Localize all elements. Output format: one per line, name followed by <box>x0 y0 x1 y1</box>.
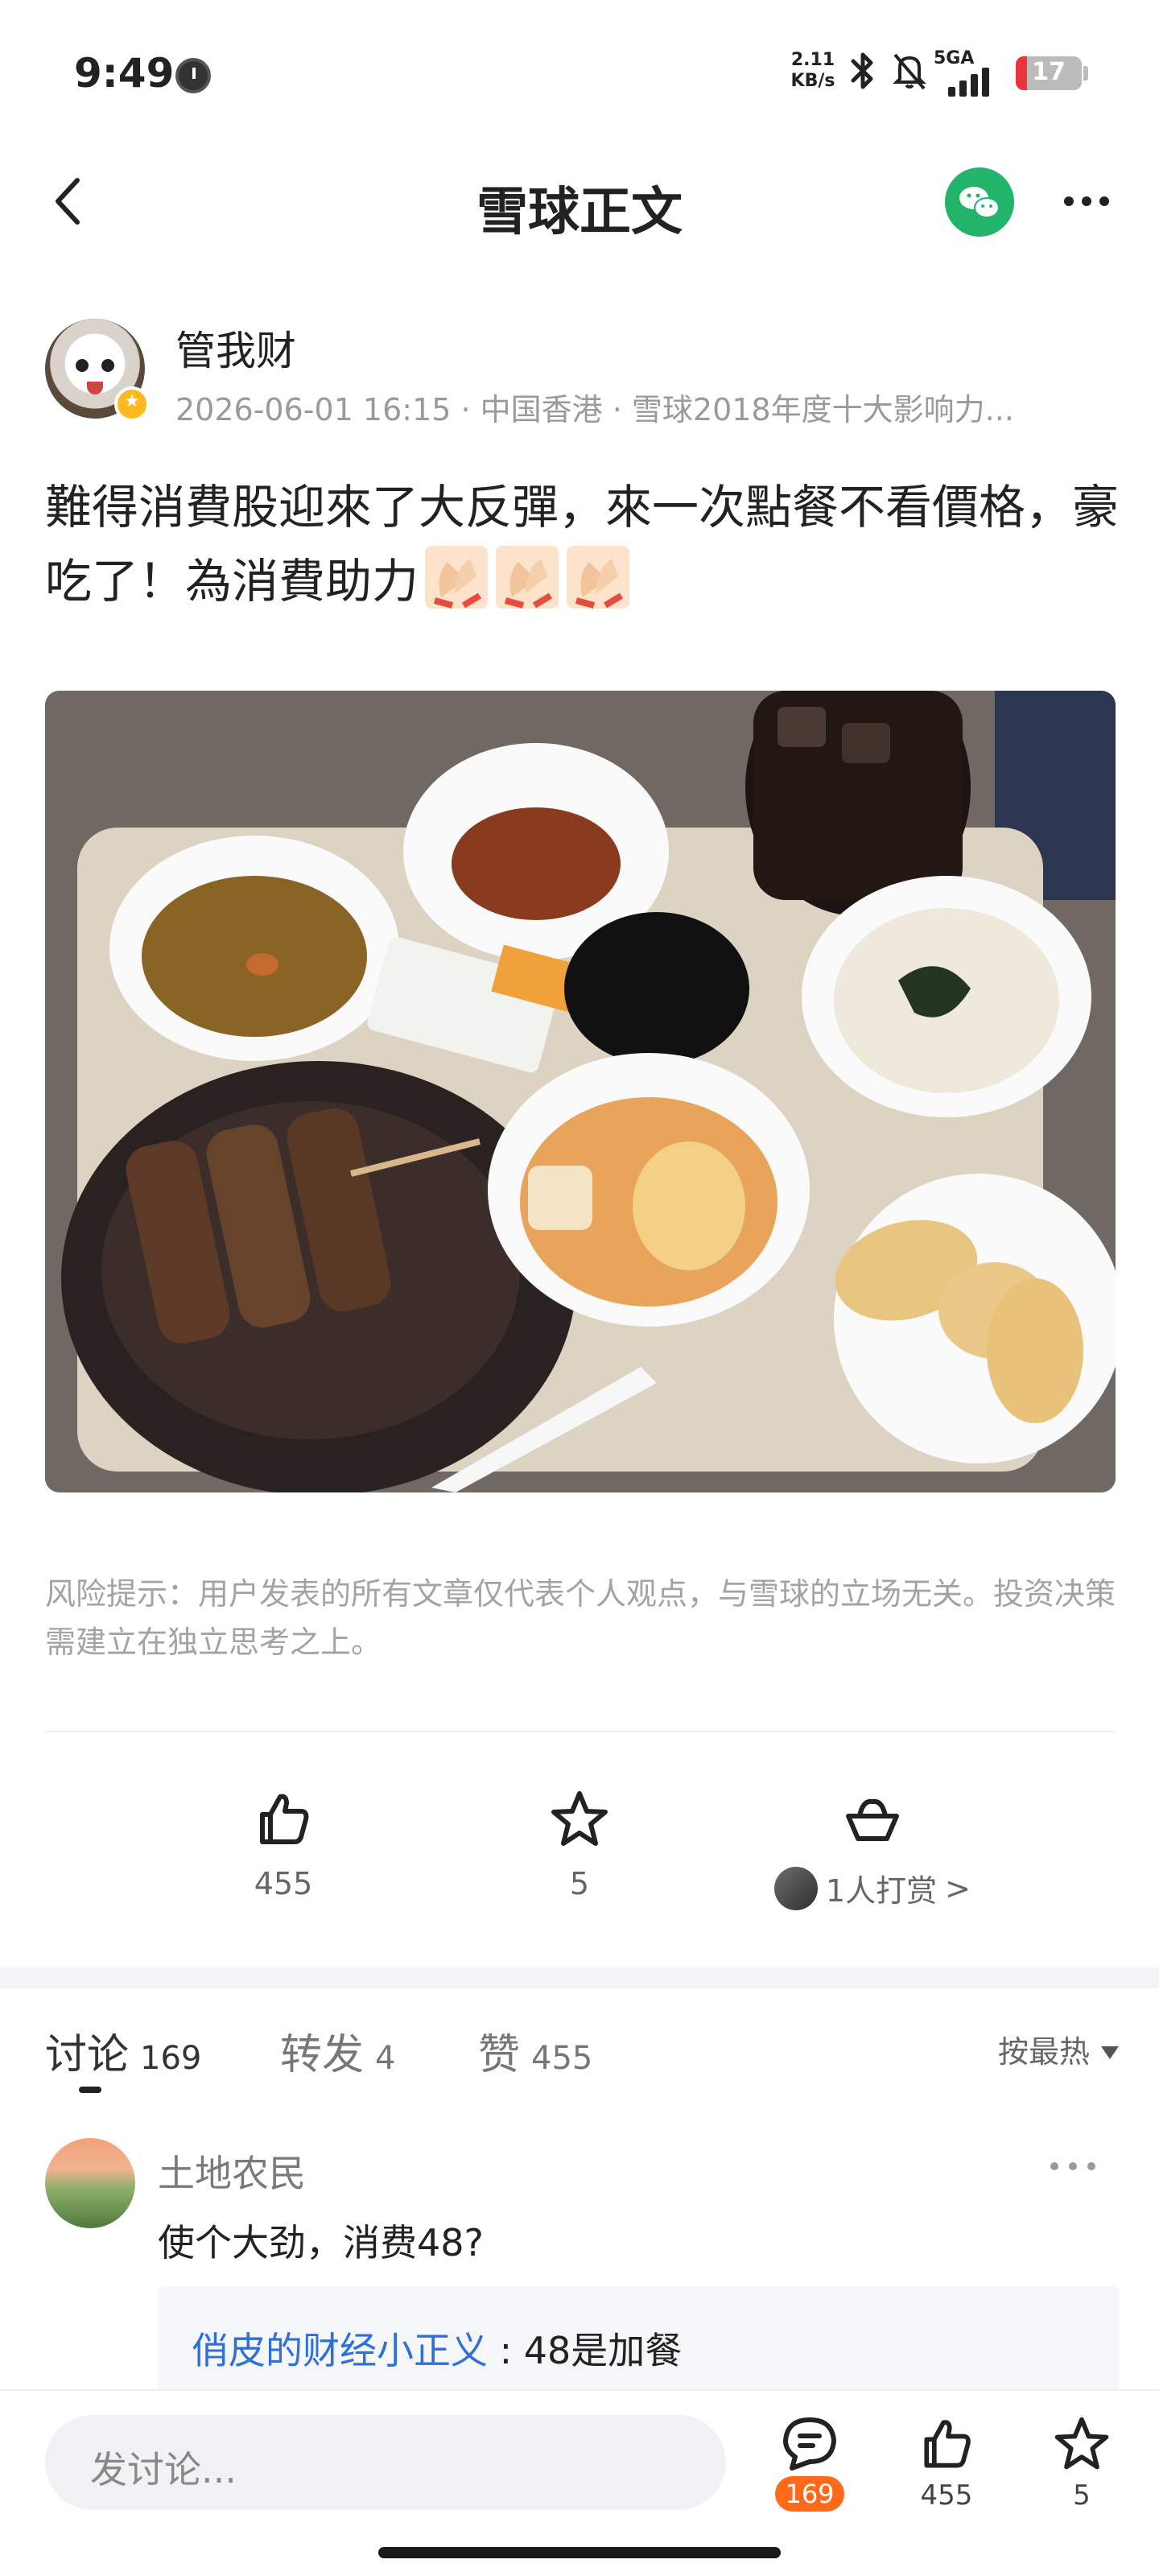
input-placeholder: 发讨论... <box>90 2448 237 2491</box>
more-icon[interactable] <box>1054 177 1119 225</box>
tab-repost[interactable]: 转发 4 <box>280 2021 395 2081</box>
tab-count: 455 <box>531 2040 593 2077</box>
status-time: 9:49 <box>74 50 175 97</box>
network-type: 5GA <box>934 48 975 68</box>
thumbs-up-icon <box>260 1794 309 1844</box>
network-speed-value: 2.11 <box>790 50 835 70</box>
like-count: 455 <box>920 2479 973 2512</box>
comment-bubble-icon <box>783 2417 836 2471</box>
reply-preview[interactable]: 俏皮的财经小正义 : 48是加餐 <box>158 2286 1119 2399</box>
section-divider <box>0 1967 1159 1988</box>
tab-discussion[interactable]: 讨论 169 <box>45 2021 201 2081</box>
clock-app-icon <box>175 58 211 93</box>
risk-notice: 风险提示：用户发表的所有文章仅代表个人观点，与雪球的立场无关。投资决策需建立在独… <box>45 1576 1116 1660</box>
network-speed: 2.11 KB/s <box>789 50 837 92</box>
tab-count: 169 <box>140 2040 202 2077</box>
clapping-hands-emoji <box>425 546 489 609</box>
commenter-avatar[interactable] <box>45 2138 135 2228</box>
wechat-icon <box>959 187 1000 218</box>
favorite-action[interactable]: 5 <box>451 1787 708 1901</box>
rewarder-avatar <box>773 1866 818 1910</box>
active-tab-indicator <box>79 2087 101 2093</box>
comment-more-icon[interactable] <box>1045 2154 1101 2178</box>
cellular-signal-icon: 5GA <box>934 48 1006 97</box>
divider <box>45 1731 1116 1732</box>
photo-illustration <box>45 691 1116 1492</box>
verified-badge-icon <box>114 386 150 422</box>
like-action[interactable]: 455 <box>155 1787 412 1901</box>
comment-text: 使个大劲，消费48? <box>158 2221 484 2264</box>
post-meta: 2026-06-01 16:15 · 中国香港 · 雪球2018年度十大影响力.… <box>175 392 1014 427</box>
network-speed-unit: KB/s <box>790 71 835 91</box>
comment-tabs: 讨论 169 转发 4 赞 455 按最热 <box>45 2021 1119 2093</box>
tab-label: 赞 <box>478 2031 521 2079</box>
reply-separator: : <box>499 2329 513 2372</box>
food-tray-photo[interactable] <box>45 691 1116 1492</box>
status-bar: 9:49 2.11 KB/s 5GA 17 <box>0 0 1159 145</box>
clapping-hands-emoji <box>496 546 559 609</box>
favorite-count: 5 <box>1073 2479 1091 2512</box>
reward-action[interactable]: 1人打赏 > <box>744 1787 1001 1913</box>
chevron-right-icon: > <box>945 1870 971 1906</box>
reply-text: 48是加餐 <box>523 2329 683 2372</box>
home-indicator[interactable] <box>378 2547 781 2558</box>
commenter-name[interactable]: 土地农民 <box>158 2145 306 2198</box>
clapping-hands-emoji <box>567 546 630 609</box>
battery-level: 17 <box>1032 58 1066 86</box>
favorite-count: 5 <box>569 1866 590 1901</box>
comment-count-badge: 169 <box>775 2476 844 2512</box>
tab-label: 讨论 <box>45 2031 130 2079</box>
author-name[interactable]: 管我财 <box>175 319 296 377</box>
tab-count: 4 <box>375 2040 396 2077</box>
battery-icon: 17 <box>1016 56 1082 90</box>
reward-gold-icon <box>846 1798 899 1841</box>
like-count: 455 <box>254 1866 313 1901</box>
mute-bell-icon <box>893 53 926 90</box>
triangle-down-icon <box>1101 2046 1119 2059</box>
star-icon <box>551 1791 608 1846</box>
bluetooth-icon <box>851 52 873 89</box>
wechat-share-button[interactable] <box>945 167 1014 237</box>
reward-text: 1人打赏 <box>825 1873 938 1909</box>
sort-dropdown[interactable]: 按最热 <box>998 2027 1119 2071</box>
comments-button[interactable]: 169 <box>753 2413 866 2512</box>
tab-likes[interactable]: 赞 455 <box>478 2021 592 2081</box>
reply-author[interactable]: 俏皮的财经小正义 <box>192 2329 488 2372</box>
like-button[interactable]: 455 <box>890 2413 1003 2512</box>
thumbs-up-icon <box>924 2420 971 2468</box>
tab-label: 转发 <box>280 2031 365 2079</box>
star-icon <box>1054 2417 1109 2470</box>
post-body: 難得消費股迎來了大反彈，來一次點餐不看價格，豪吃了！為消費助力 <box>45 470 1124 618</box>
top-nav-bar: 雪球正文 <box>0 145 1159 258</box>
favorite-button[interactable]: 5 <box>1025 2413 1138 2512</box>
discussion-input[interactable]: 发讨论... <box>45 2415 726 2510</box>
sort-label: 按最热 <box>997 2034 1090 2070</box>
reward-summary[interactable]: 1人打赏 > <box>773 1866 971 1910</box>
